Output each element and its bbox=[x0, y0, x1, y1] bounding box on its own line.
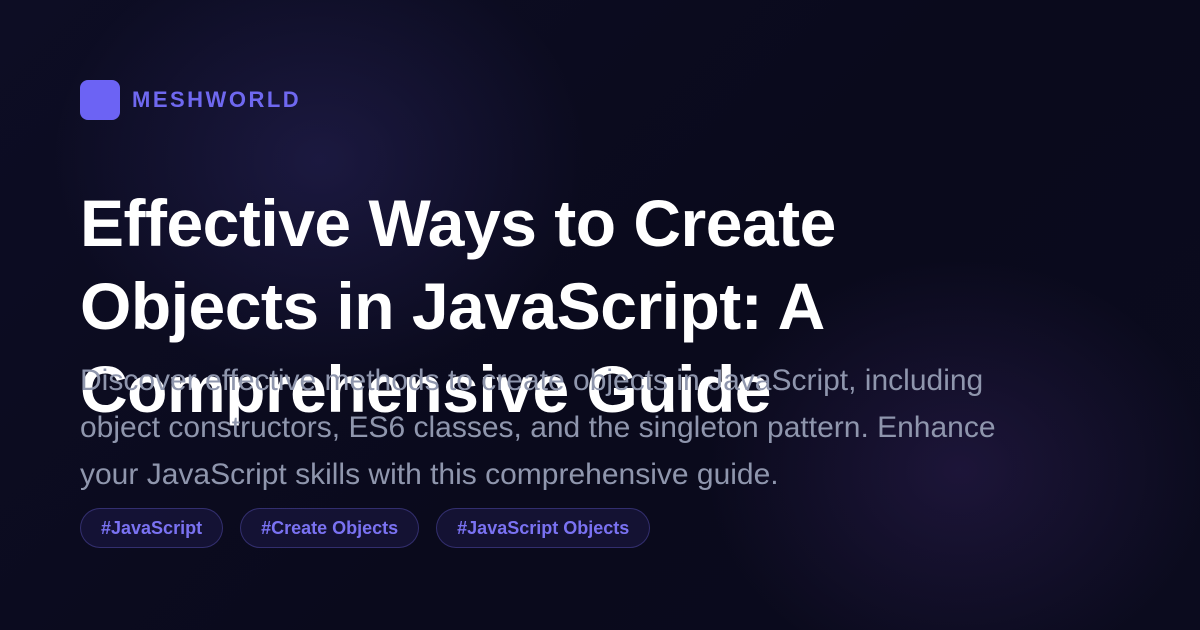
tag-javascript-objects: #JavaScript Objects bbox=[436, 508, 651, 548]
brand-name: MESHWORLD bbox=[132, 87, 302, 112]
article-description: Discover effective methods to create obj… bbox=[80, 364, 996, 491]
brand: MESHWORLD bbox=[80, 80, 301, 120]
tag-list: #JavaScript #Create Objects #JavaScript … bbox=[80, 508, 651, 548]
tag-create-objects: #Create Objects bbox=[240, 508, 420, 548]
tag-javascript: #JavaScript bbox=[80, 508, 224, 548]
brand-logo-icon bbox=[80, 80, 120, 120]
